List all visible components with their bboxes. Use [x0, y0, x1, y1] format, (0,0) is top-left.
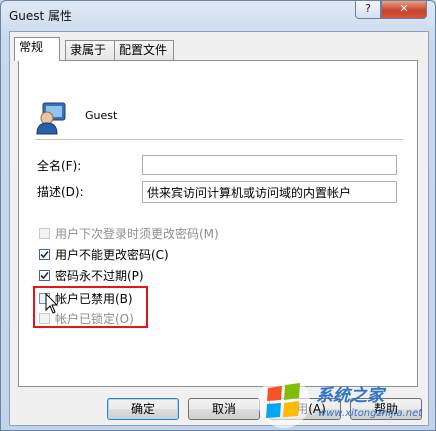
watermark-url: www.xitongzhijia.net: [318, 408, 423, 419]
user-account-icon: [36, 102, 66, 135]
help-icon: ?: [365, 2, 371, 15]
dialog-client-area: 常规 隶属于 配置文件 Guest 全名(F): 描述(D): 供来宾访问计算机…: [9, 31, 429, 426]
divider: [35, 139, 403, 140]
full-name-label: 全名(F):: [37, 159, 82, 173]
ok-button[interactable]: 确定: [107, 398, 179, 420]
windows-logo-icon: [258, 376, 310, 428]
must-change-password-label: 用户下次登录时须更改密码(M): [55, 226, 219, 241]
cannot-change-password-option[interactable]: 用户不能更改密码(C): [39, 246, 169, 262]
mouse-cursor-icon: [45, 293, 59, 314]
close-icon: ✕: [399, 2, 409, 15]
tab-general[interactable]: 常规: [14, 37, 60, 61]
title-bar[interactable]: Guest 属性 ? ✕: [1, 1, 435, 29]
site-watermark: 系统之家 www.xitongzhijia.net: [250, 372, 436, 431]
general-tab-page: Guest 全名(F): 描述(D): 供来宾访问计算机或访问域的内置帐户 用户…: [18, 60, 418, 387]
password-never-expires-label: 密码永不过期(P): [55, 268, 144, 283]
tab-profile[interactable]: 配置文件: [114, 40, 174, 60]
user-name: Guest: [85, 109, 118, 122]
watermark-text: 系统之家: [316, 386, 384, 406]
full-name-field[interactable]: [142, 155, 397, 175]
description-label: 描述(D):: [37, 185, 84, 199]
cannot-change-password-checkbox[interactable]: [39, 248, 50, 260]
password-never-expires-checkbox[interactable]: [39, 269, 50, 281]
cannot-change-password-label: 用户不能更改密码(C): [55, 247, 169, 262]
close-button[interactable]: ✕: [381, 1, 427, 19]
checkmark-icon: [40, 250, 49, 258]
window-title: Guest 属性: [9, 9, 73, 23]
help-title-button[interactable]: ?: [355, 1, 381, 19]
must-change-password-option[interactable]: 用户下次登录时须更改密码(M): [39, 225, 219, 241]
password-never-expires-option[interactable]: 密码永不过期(P): [39, 267, 144, 283]
must-change-password-checkbox[interactable]: [39, 227, 50, 239]
description-field[interactable]: 供来宾访问计算机或访问域的内置帐户: [142, 181, 397, 203]
checkmark-icon: [40, 271, 49, 279]
tab-member-of[interactable]: 隶属于: [65, 40, 115, 60]
properties-dialog: Guest 属性 ? ✕ 常规 隶属于 配置文件 Guest 全名(F): 描述…: [0, 0, 436, 431]
